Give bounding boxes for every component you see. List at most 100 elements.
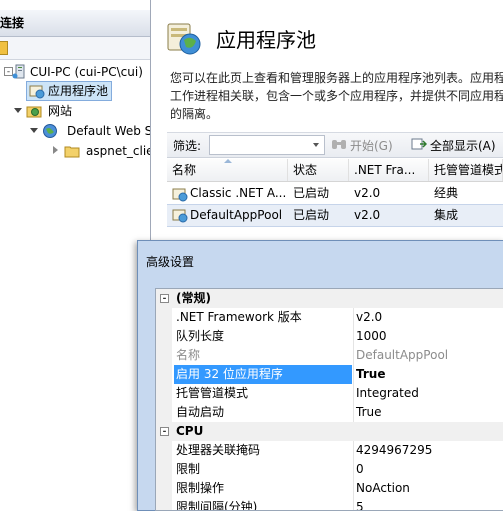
category-general[interactable]: - (常规) xyxy=(156,289,503,308)
description-line-2: 工作进程相关联，包含一个或多个应用程序，并提供不同应用程 xyxy=(170,89,503,103)
column-header-label: 名称 xyxy=(172,163,197,177)
dialog-title: 高级设置 xyxy=(146,255,195,269)
expanded-arrow-icon[interactable] xyxy=(14,108,22,113)
filter-label: 筛选: xyxy=(173,139,202,153)
property-value: DefaultAppPool xyxy=(356,348,449,362)
column-header-status[interactable]: 状态 xyxy=(288,159,349,181)
app-pools-large-icon xyxy=(167,23,201,55)
property-row[interactable]: 限制 0 xyxy=(156,460,503,479)
connections-pane: 连接 - CUI-PC (cui-PC\cui) 应用程序池 网站 Defaul… xyxy=(0,0,151,509)
app-pool-icon xyxy=(29,85,45,99)
column-header-label: 托管管道模式 xyxy=(434,163,503,177)
grid-divider xyxy=(353,403,354,422)
property-name: 限制操作 xyxy=(176,481,225,495)
pool-net-version: v2.0 xyxy=(354,208,381,222)
property-value[interactable]: 0 xyxy=(356,460,364,479)
property-value[interactable]: True xyxy=(356,365,385,384)
page-title: 应用程序池 xyxy=(216,28,316,52)
property-row-selected[interactable]: 启用 32 位应用程序 True xyxy=(156,365,503,384)
tree-node-aspnet-folder[interactable]: aspnet_clie xyxy=(50,141,150,161)
collapsed-arrow-icon[interactable] xyxy=(53,146,58,154)
grid-gutter xyxy=(156,479,172,498)
collapse-icon[interactable]: - xyxy=(160,294,169,304)
property-name: 限制 xyxy=(176,462,201,476)
server-icon xyxy=(12,64,25,79)
property-row[interactable]: 托管管道模式 Integrated xyxy=(156,384,503,403)
property-value[interactable]: Integrated xyxy=(356,384,419,403)
folder-icon xyxy=(64,146,80,158)
property-value[interactable]: 5 xyxy=(356,498,364,510)
property-name: 启用 32 位应用程序 xyxy=(174,365,352,384)
property-name: 队列长度 xyxy=(176,329,225,343)
description-line-1: 您可以在此页上查看和管理服务器上的应用程序池列表。应用程 xyxy=(170,71,503,85)
pool-status: 已启动 xyxy=(293,208,330,222)
expanded-arrow-icon[interactable] xyxy=(30,128,38,133)
property-row[interactable]: 队列长度 1000 xyxy=(156,327,503,346)
folder-icon[interactable] xyxy=(0,41,8,55)
property-name: 自动启动 xyxy=(176,405,225,419)
table-header: 名称 状态 .NET Fra... 托管管道模式 xyxy=(167,159,503,182)
property-value[interactable]: v2.0 xyxy=(356,308,382,327)
default-site-label: Default Web S xyxy=(67,124,151,138)
property-row[interactable]: .NET Framework 版本 v2.0 xyxy=(156,308,503,327)
description-line-3: 的隔离。 xyxy=(170,107,219,121)
filter-input[interactable] xyxy=(209,135,325,155)
property-value[interactable]: 1000 xyxy=(356,327,387,346)
column-header-net-framework[interactable]: .NET Fra... xyxy=(349,159,429,181)
collapse-icon[interactable]: - xyxy=(160,427,169,437)
property-name: .NET Framework 版本 xyxy=(176,310,302,324)
grid-gutter xyxy=(156,365,172,384)
grid-divider xyxy=(353,365,354,384)
pool-name: Classic .NET A... xyxy=(190,186,286,200)
filter-dropdown-icon[interactable] xyxy=(313,143,319,147)
tree-node-default-site[interactable]: Default Web S xyxy=(26,121,150,141)
grid-gutter xyxy=(156,441,172,460)
category-label: (常规) xyxy=(176,291,211,305)
property-grid: - (常规) .NET Framework 版本 v2.0 队列长度 1000 … xyxy=(155,288,503,511)
globe-icon xyxy=(43,124,57,138)
grid-gutter xyxy=(156,403,172,422)
tree-node-sites[interactable]: 网站 xyxy=(10,101,150,121)
category-cpu[interactable]: - CPU xyxy=(156,422,503,441)
filter-bar: 筛选: 开始(G) 全部显示(A) xyxy=(167,132,503,158)
sort-ascending-icon xyxy=(224,159,232,163)
category-label: CPU xyxy=(176,424,204,438)
start-button[interactable]: 开始(G) xyxy=(331,134,409,154)
property-row[interactable]: 限制操作 NoAction xyxy=(156,479,503,498)
property-name: 名称 xyxy=(176,348,201,362)
connections-title: 连接 xyxy=(0,16,25,30)
grid-divider xyxy=(353,498,354,510)
grid-gutter xyxy=(156,498,172,510)
connections-toolbar xyxy=(0,37,150,60)
app-pool-icon xyxy=(172,209,188,223)
pool-pipeline-mode: 经典 xyxy=(434,186,459,200)
column-header-pipeline-mode[interactable]: 托管管道模式 xyxy=(429,159,503,181)
table-row[interactable]: Classic .NET A... 已启动 v2.0 经典 xyxy=(167,183,503,204)
property-row[interactable]: 自动启动 True xyxy=(156,403,503,422)
column-header-label: 状态 xyxy=(293,163,318,177)
property-row[interactable]: 限制间隔(分钟) 5 xyxy=(156,498,503,511)
pool-name: DefaultAppPool xyxy=(190,208,283,222)
tree-node-app-pools[interactable]: 应用程序池 xyxy=(26,81,112,101)
grid-gutter xyxy=(156,384,172,403)
property-value[interactable]: 4294967295 xyxy=(356,441,432,460)
grid-divider xyxy=(353,308,354,327)
pool-status: 已启动 xyxy=(293,186,330,200)
show-all-button[interactable]: 全部显示(A) xyxy=(411,134,503,154)
grid-divider xyxy=(353,327,354,346)
grid-divider xyxy=(353,441,354,460)
property-value[interactable]: NoAction xyxy=(356,479,410,498)
grid-divider xyxy=(353,346,354,365)
show-all-icon xyxy=(411,138,427,150)
tree-node-server[interactable]: - CUI-PC (cui-PC\cui) xyxy=(2,62,150,82)
property-row[interactable]: 处理器关联掩码 4294967295 xyxy=(156,441,503,460)
start-label: 开始(G) xyxy=(350,139,393,153)
property-name: 限制间隔(分钟) xyxy=(176,500,258,511)
property-value[interactable]: True xyxy=(356,403,382,422)
connections-header: 连接 xyxy=(0,10,150,37)
table-row[interactable]: DefaultAppPool 已启动 v2.0 集成 xyxy=(167,204,503,227)
app-pool-icon xyxy=(172,188,188,202)
pool-net-version: v2.0 xyxy=(354,186,381,200)
column-header-label: .NET Fra... xyxy=(354,163,416,177)
property-row[interactable]: 名称 DefaultAppPool xyxy=(156,346,503,365)
